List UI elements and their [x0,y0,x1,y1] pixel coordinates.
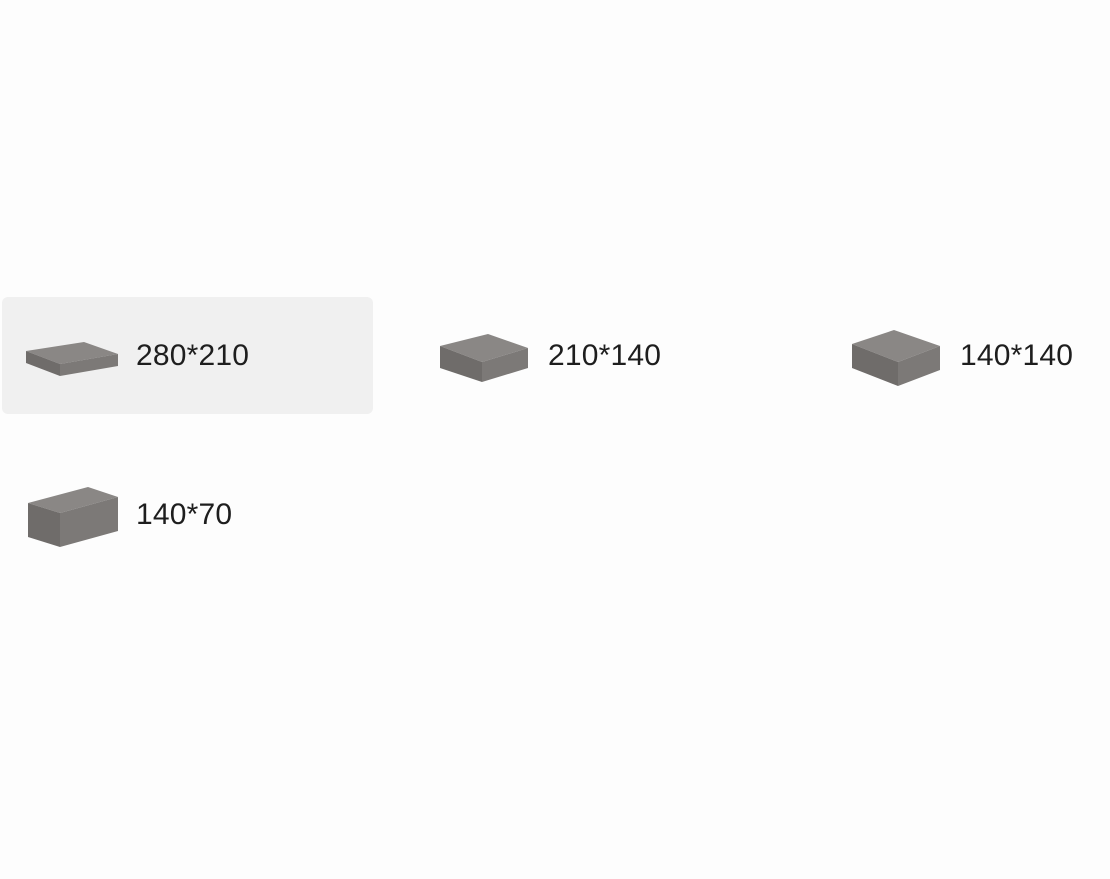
paving-stone-140x70-icon [24,475,120,555]
paving-stone-280x210-icon [24,316,120,396]
size-option-210x140[interactable]: 210*140 [414,297,714,414]
size-option-label: 140*140 [960,338,1074,372]
paving-stone-140x140-icon [848,316,944,396]
paving-stone-210x140-icon [436,316,532,396]
size-option-140x140[interactable]: 140*140 [826,297,1108,414]
size-option-140x70[interactable]: 140*70 [2,456,373,573]
size-option-label: 280*210 [136,338,250,372]
size-option-label: 210*140 [548,338,662,372]
size-option-280x210[interactable]: 280*210 [2,297,373,414]
size-selector: 280*210 210*140 140*140 140*70 [0,0,1110,879]
size-option-label: 140*70 [136,497,233,531]
